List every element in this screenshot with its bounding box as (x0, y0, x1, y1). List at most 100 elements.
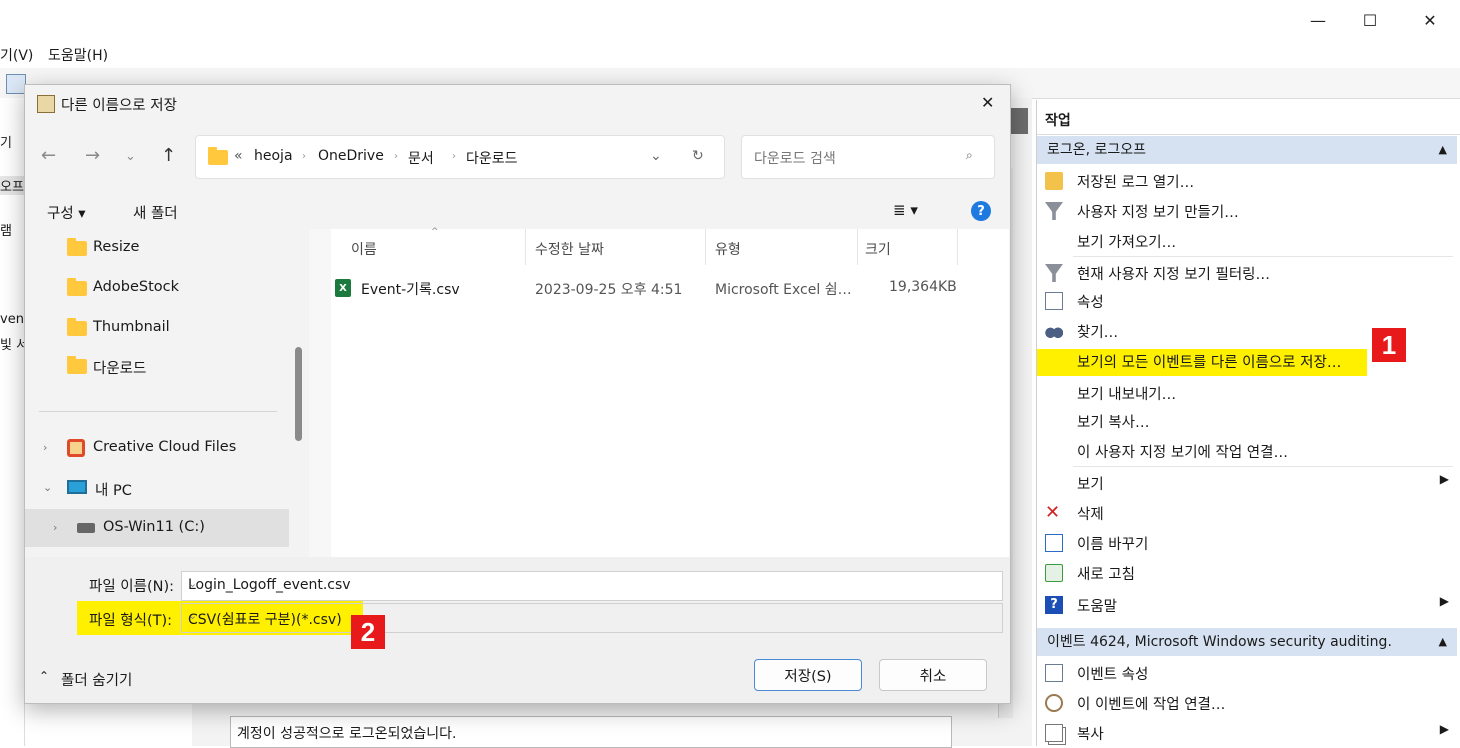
nav-item[interactable]: 다운로드 (25, 347, 289, 385)
file-row[interactable]: X Event-기록.csv 2023-09-25 오후 4:51 Micros… (333, 269, 973, 305)
action-label: 찾기… (1077, 325, 1119, 341)
maximize-button[interactable]: ☐ (1350, 6, 1390, 34)
chevron-down-icon[interactable]: ⌄ (188, 577, 996, 590)
nav-scrollbar[interactable] (291, 229, 307, 557)
up-icon[interactable]: ↑ (161, 145, 176, 166)
search-icon: ⌕ (966, 148, 973, 162)
action-item[interactable]: 이름 바꾸기 (1037, 528, 1457, 558)
close-button[interactable]: ✕ (1410, 6, 1450, 34)
new-folder-button[interactable]: 새 폴더 (133, 202, 178, 223)
nav-item[interactable]: ⌄ 내 PC (25, 469, 289, 507)
column-modified[interactable]: 수정한 날짜 (535, 239, 604, 259)
action-label: 현재 사용자 지정 보기 필터링… (1077, 267, 1271, 283)
action-item[interactable]: 사용자 지정 보기 만들기… (1037, 196, 1457, 226)
column-divider[interactable] (705, 229, 706, 265)
action-label: 이 이벤트에 작업 연결… (1077, 697, 1226, 713)
save-button[interactable]: 저장(S) (754, 659, 862, 691)
cancel-button[interactable]: 취소 (879, 659, 987, 691)
breadcrumb-overflow[interactable]: « (234, 148, 243, 164)
separator (1073, 466, 1453, 467)
folder-open-icon (1045, 172, 1063, 190)
chevron-down-icon[interactable]: ⌄ (650, 148, 662, 164)
refresh-icon (1045, 564, 1063, 582)
nav-item[interactable]: AdobeStock (25, 269, 289, 307)
view-options-button[interactable]: ≣ ▾ (893, 201, 918, 219)
action-item[interactable]: 보기 ▶ (1037, 468, 1457, 498)
console-tree-icon[interactable] (6, 74, 26, 94)
filetype-select[interactable]: CSV(쉼표로 구분)(*.csv) ⌄ (181, 603, 1003, 633)
dialog-close-button[interactable]: ✕ (981, 93, 994, 112)
collapse-icon[interactable]: ▲ (1439, 136, 1447, 164)
app-icon (37, 95, 55, 113)
action-item[interactable]: 보기 가져오기… (1037, 226, 1457, 256)
column-type[interactable]: 유형 (715, 239, 741, 259)
dialog-title-bar: 다른 이름으로 저장 ✕ (25, 85, 1010, 121)
chevron-right-icon[interactable]: › (53, 521, 57, 534)
action-item[interactable]: 저장된 로그 열기… (1037, 166, 1457, 196)
help-button[interactable]: ? (971, 201, 991, 221)
action-item[interactable]: 이벤트 속성 (1037, 658, 1457, 688)
search-placeholder: 다운로드 검색 (754, 151, 836, 167)
nav-item[interactable]: Thumbnail (25, 309, 289, 347)
nav-item-label: OS-Win11 (C:) (103, 519, 205, 535)
menu-help[interactable]: 도움말(H) (48, 45, 108, 65)
nav-item[interactable]: Resize (25, 229, 289, 267)
nav-item[interactable]: › OS-Win11 (C:) (25, 509, 289, 547)
action-item[interactable]: 보기 복사… (1037, 406, 1457, 436)
recent-locations-icon[interactable]: ⌄ (125, 149, 136, 164)
column-divider[interactable] (857, 229, 858, 265)
action-item[interactable]: 복사 ▶ (1037, 718, 1457, 748)
breadcrumb-downloads[interactable]: 다운로드 (466, 148, 518, 168)
column-divider[interactable] (525, 229, 526, 265)
breadcrumb-heoja[interactable]: heoja (254, 148, 293, 164)
rename-icon (1045, 534, 1063, 552)
chevron-down-icon[interactable]: ⌄ (188, 609, 996, 622)
action-item[interactable]: 속성 (1037, 286, 1457, 316)
scroll-thumb[interactable] (295, 347, 302, 441)
forward-icon[interactable]: → (85, 145, 100, 166)
action-item[interactable]: 이 이벤트에 작업 연결… (1037, 688, 1457, 718)
maximize-icon: ☐ (1362, 10, 1378, 30)
breadcrumb-onedrive[interactable]: OneDrive (318, 148, 384, 164)
breadcrumb-documents[interactable]: 문서 (408, 148, 434, 168)
action-label: 삭제 (1077, 507, 1104, 523)
chevron-down-icon[interactable]: ⌄ (43, 481, 52, 494)
separator (1073, 256, 1453, 257)
action-label: 보기 내보내기… (1077, 387, 1177, 403)
minimize-button[interactable]: — (1298, 6, 1338, 34)
action-item[interactable]: 현재 사용자 지정 보기 필터링… (1037, 258, 1457, 288)
menu-view[interactable]: 기(V) (0, 45, 33, 65)
folder-icon (67, 356, 87, 374)
action-item[interactable]: 새로 고침 (1037, 558, 1457, 588)
file-list: 이름 ^ 수정한 날짜 유형 크기 X Event-기록.csv 2023-09… (309, 227, 1009, 557)
section-event-4624[interactable]: 이벤트 4624, Microsoft Windows security aud… (1037, 628, 1457, 656)
file-modified: 2023-09-25 오후 4:51 (535, 282, 683, 298)
chevron-right-icon: › (452, 151, 456, 162)
action-item[interactable]: ✕ 삭제 (1037, 498, 1457, 528)
action-item[interactable]: ? 도움말 ▶ (1037, 590, 1457, 620)
submenu-arrow-icon: ▶ (1439, 722, 1449, 736)
step-badge-1: 1 (1372, 328, 1406, 362)
column-size[interactable]: 크기 (865, 239, 891, 259)
chevron-right-icon: › (394, 151, 398, 162)
address-bar[interactable]: « heoja › OneDrive › 문서 › 다운로드 ⌄ ↻ (195, 135, 725, 179)
column-name[interactable]: 이름 (351, 239, 377, 259)
back-icon[interactable]: ← (41, 145, 56, 166)
action-item[interactable]: 이 사용자 지정 보기에 작업 연결… (1037, 436, 1457, 466)
collapse-icon[interactable]: ▲ (1439, 628, 1447, 656)
properties-icon (1045, 292, 1063, 310)
tree-fragment: 기 (0, 136, 12, 151)
file-list-gutter (309, 229, 331, 557)
hide-folders-toggle[interactable]: ⌃ 폴더 숨기기 (39, 667, 239, 691)
section-logon-logoff[interactable]: 로그온, 로그오프 ▲ (1037, 136, 1457, 164)
column-divider[interactable] (957, 229, 958, 265)
chevron-right-icon[interactable]: › (43, 441, 47, 454)
save-as-dialog: 다른 이름으로 저장 ✕ ← → ⌄ ↑ « heoja › OneDrive … (24, 84, 1011, 704)
event-properties-icon (1045, 664, 1063, 682)
search-box[interactable]: 다운로드 검색 ⌕ (741, 135, 995, 179)
action-item[interactable]: 보기 내보내기… (1037, 378, 1457, 408)
nav-item[interactable]: › Creative Cloud Files (25, 429, 289, 467)
refresh-icon[interactable]: ↻ (692, 148, 704, 164)
filename-field[interactable]: Login_Logoff_event.csv ⌄ (181, 571, 1003, 601)
organize-button[interactable]: 구성 ▾ (47, 202, 86, 223)
